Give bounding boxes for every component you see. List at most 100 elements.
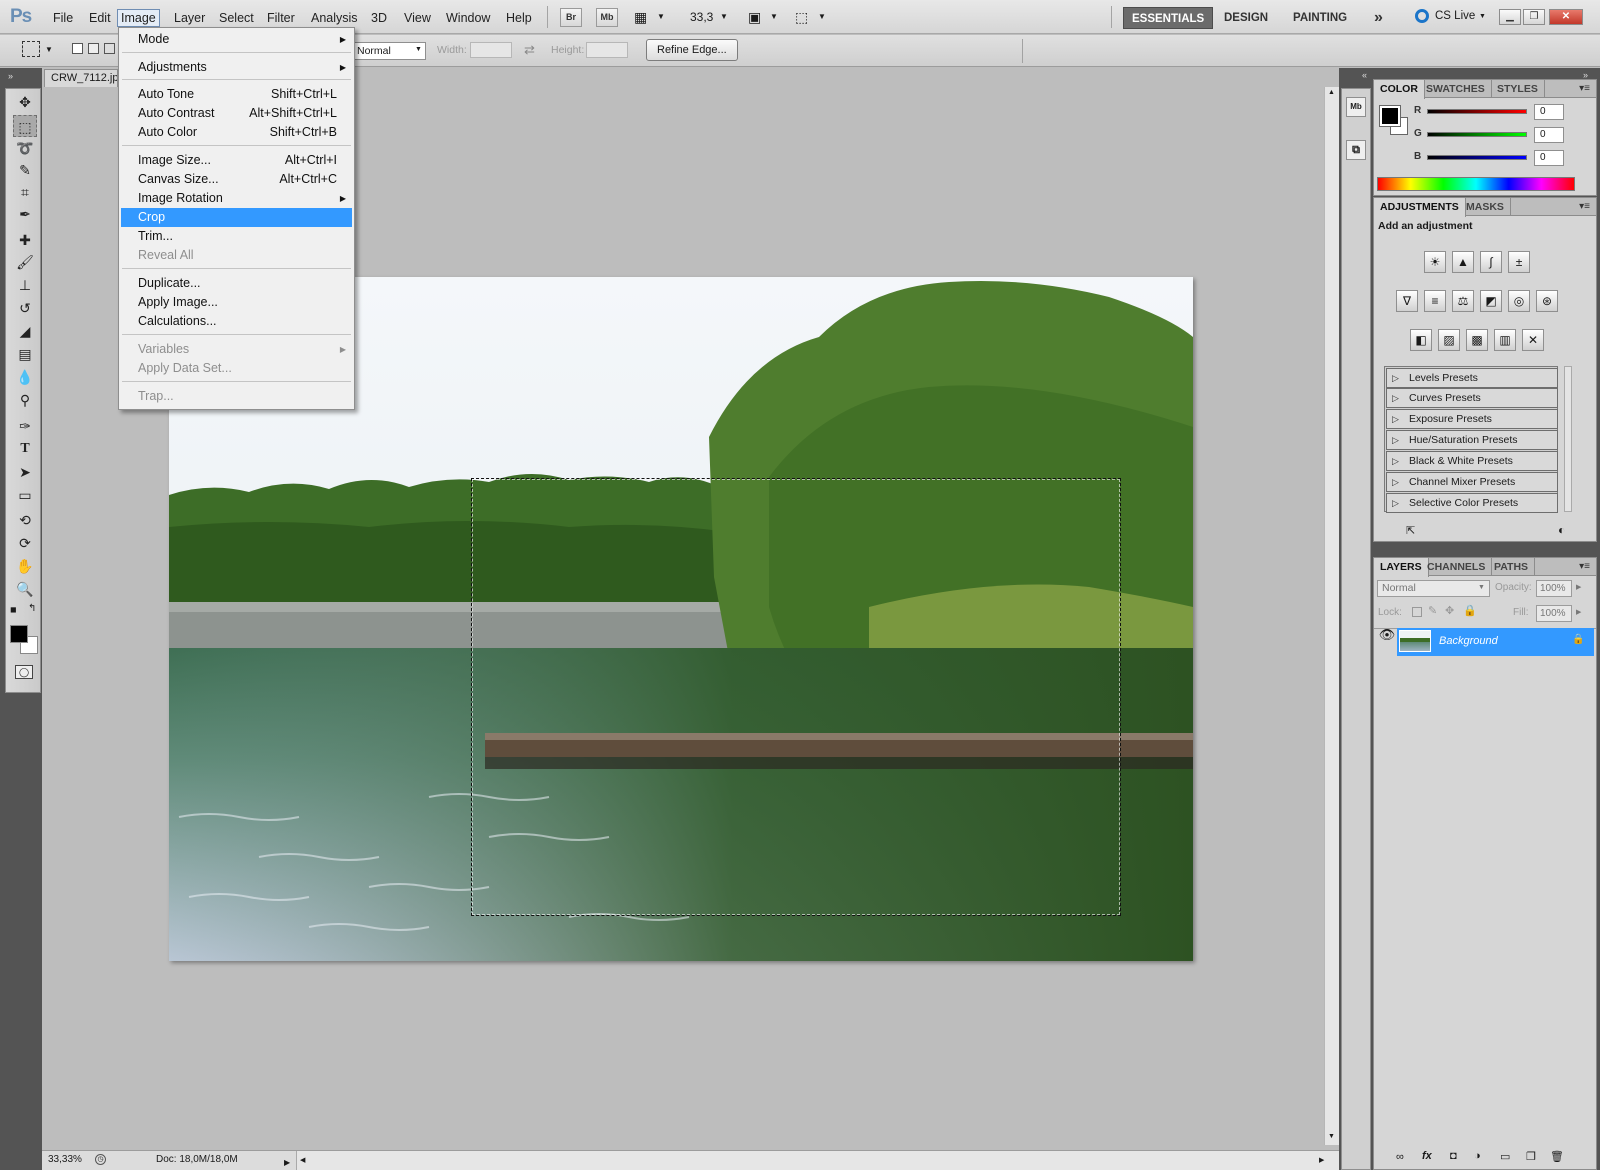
- menu-item-auto-contrast[interactable]: Auto Contrast Alt+Shift+Ctrl+L: [121, 104, 352, 123]
- expanded-view-icon[interactable]: ⇱: [1406, 524, 1415, 537]
- scroll-right-icon[interactable]: ▶: [1319, 1152, 1324, 1170]
- mini-bridge-button[interactable]: Mb: [596, 8, 618, 27]
- bridge-button[interactable]: Br: [560, 8, 582, 27]
- channel-g-slider[interactable]: [1427, 132, 1527, 137]
- rectangular-marquee-tool-icon[interactable]: ⬚: [13, 115, 37, 137]
- horizontal-scrollbar[interactable]: ◀ ▶: [296, 1151, 1339, 1170]
- history-brush-tool-icon[interactable]: ↺: [13, 297, 37, 319]
- hand-tool-icon[interactable]: ✋: [13, 555, 37, 577]
- clone-stamp-tool-icon[interactable]: ⊥: [13, 274, 37, 296]
- 3d-orbit-tool-icon[interactable]: ⟳: [13, 532, 37, 554]
- layers-panel-menu-icon[interactable]: ▾≡: [1579, 561, 1590, 572]
- scroll-down-icon[interactable]: ▼: [1328, 1133, 1335, 1140]
- delete-layer-icon[interactable]: 🗑: [1550, 1150, 1564, 1163]
- menu-item-mode[interactable]: Mode ▶: [121, 30, 352, 49]
- exposure-icon[interactable]: ±: [1508, 251, 1530, 273]
- tab-adjustments[interactable]: ADJUSTMENTS: [1374, 198, 1466, 217]
- expand-triangle-icon[interactable]: ▷: [1392, 431, 1399, 449]
- blend-chevron-icon[interactable]: ▼: [1478, 584, 1485, 591]
- expand-tools-icon[interactable]: »: [8, 71, 13, 81]
- quick-selection-tool-icon[interactable]: ✎: [13, 159, 37, 181]
- layer-visibility-eye-icon[interactable]: 👁: [1377, 621, 1397, 649]
- preset-selective-color[interactable]: ▷ Selective Color Presets: [1386, 493, 1558, 513]
- invert-icon[interactable]: ◧: [1410, 329, 1432, 351]
- menu-item-canvas-size[interactable]: Canvas Size... Alt+Ctrl+C: [121, 170, 352, 189]
- channel-mixer-icon[interactable]: ⊛: [1536, 290, 1558, 312]
- zoom-tool-icon[interactable]: 🔍: [13, 578, 37, 600]
- lock-all-icon[interactable]: 🔒: [1463, 604, 1477, 617]
- channel-g-value[interactable]: 0: [1534, 127, 1564, 143]
- foreground-color-swatch[interactable]: [10, 625, 28, 643]
- new-layer-icon[interactable]: ❐: [1526, 1150, 1536, 1163]
- opacity-arrow-icon[interactable]: ▶: [1576, 583, 1581, 591]
- gradient-tool-icon[interactable]: ▤: [13, 343, 37, 365]
- zoom-chevron-icon[interactable]: ▼: [720, 12, 728, 21]
- height-field[interactable]: [586, 42, 628, 58]
- screen-mode-icon[interactable]: ⬚: [795, 9, 808, 26]
- 3d-rotate-tool-icon[interactable]: ⟲: [13, 509, 37, 531]
- chevron-down-icon[interactable]: ▼: [657, 12, 665, 21]
- clip-to-layer-icon[interactable]: ◐: [1558, 523, 1565, 537]
- posterize-icon[interactable]: ▨: [1438, 329, 1460, 351]
- vertical-scrollbar[interactable]: ▲ ▼: [1324, 87, 1339, 1145]
- mini-bridge-panel-icon[interactable]: Mb: [1346, 97, 1366, 117]
- style-chevron-icon[interactable]: ▼: [415, 46, 422, 53]
- add-mask-icon[interactable]: ◘: [1450, 1150, 1457, 1162]
- menu-view[interactable]: View: [401, 10, 434, 28]
- layer-row-background[interactable]: Background 🔒: [1397, 628, 1594, 656]
- foreground-color-chip[interactable]: [1379, 105, 1401, 127]
- path-selection-tool-icon[interactable]: ➤: [13, 461, 37, 483]
- new-selection-icon[interactable]: [72, 43, 83, 54]
- menu-analysis[interactable]: Analysis: [308, 10, 361, 28]
- menu-filter[interactable]: Filter: [264, 10, 298, 28]
- type-tool-icon[interactable]: T: [13, 438, 37, 460]
- menu-item-calculations[interactable]: Calculations...: [121, 312, 352, 331]
- quick-mask-icon[interactable]: ◯: [15, 665, 33, 679]
- menu-item-duplicate[interactable]: Duplicate...: [121, 274, 352, 293]
- color-ramp[interactable]: [1377, 177, 1575, 191]
- menu-item-auto-color[interactable]: Auto Color Shift+Ctrl+B: [121, 123, 352, 142]
- tab-swatches[interactable]: SWATCHES: [1420, 80, 1492, 98]
- menu-window[interactable]: Window: [443, 10, 493, 28]
- zoom-level[interactable]: 33,3: [690, 10, 713, 24]
- photo-filter-icon[interactable]: ◎: [1508, 290, 1530, 312]
- preset-levels[interactable]: ▷ Levels Presets: [1386, 368, 1558, 388]
- blur-tool-icon[interactable]: 💧: [13, 366, 37, 388]
- workspace-design[interactable]: DESIGN: [1216, 7, 1276, 29]
- link-layers-icon[interactable]: ∞: [1396, 1151, 1404, 1163]
- scroll-up-icon[interactable]: ▲: [1328, 89, 1335, 96]
- tab-paths[interactable]: PATHS: [1488, 558, 1536, 576]
- expand-triangle-icon[interactable]: ▷: [1392, 494, 1399, 512]
- swap-colors-icon[interactable]: ↰: [28, 603, 36, 614]
- color-balance-icon[interactable]: ⚖: [1452, 290, 1474, 312]
- cs-live-chevron-icon[interactable]: ▼: [1479, 13, 1486, 20]
- width-field[interactable]: [470, 42, 512, 58]
- lock-transparent-icon[interactable]: [1412, 607, 1422, 617]
- menu-help[interactable]: Help: [503, 10, 535, 28]
- channel-r-value[interactable]: 0: [1534, 104, 1564, 120]
- subtract-selection-icon[interactable]: [104, 43, 115, 54]
- brightness-contrast-icon[interactable]: ☀: [1424, 251, 1446, 273]
- layer-name[interactable]: Background: [1439, 635, 1498, 647]
- menu-select[interactable]: Select: [216, 10, 257, 28]
- expand-triangle-icon[interactable]: ▷: [1392, 473, 1399, 491]
- scroll-left-icon[interactable]: ◀: [300, 1152, 305, 1170]
- menu-item-adjustments[interactable]: Adjustments ▶: [121, 58, 352, 77]
- rectangular-marquee-preset-icon[interactable]: [22, 41, 40, 57]
- menu-item-apply-image[interactable]: Apply Image...: [121, 293, 352, 312]
- move-tool-icon[interactable]: ✥: [13, 91, 37, 113]
- tab-channels[interactable]: CHANNELS: [1421, 558, 1493, 576]
- arrange-documents-icon[interactable]: ▣: [748, 9, 761, 26]
- new-group-icon[interactable]: ▭: [1500, 1150, 1510, 1163]
- more-workspaces-icon[interactable]: »: [1366, 7, 1391, 29]
- restore-button[interactable]: ❐: [1523, 9, 1545, 25]
- menu-layer[interactable]: Layer: [171, 10, 208, 28]
- fill-field[interactable]: 100%: [1536, 605, 1572, 622]
- spot-healing-tool-icon[interactable]: ✚: [13, 229, 37, 251]
- preset-curves[interactable]: ▷ Curves Presets: [1386, 388, 1558, 408]
- zoom-status[interactable]: 33,33%: [48, 1151, 82, 1169]
- menu-image[interactable]: Image: [117, 9, 160, 27]
- lasso-tool-icon[interactable]: ➰: [13, 137, 37, 159]
- tab-color[interactable]: COLOR: [1374, 80, 1425, 99]
- status-info-icon[interactable]: ◷: [95, 1154, 106, 1165]
